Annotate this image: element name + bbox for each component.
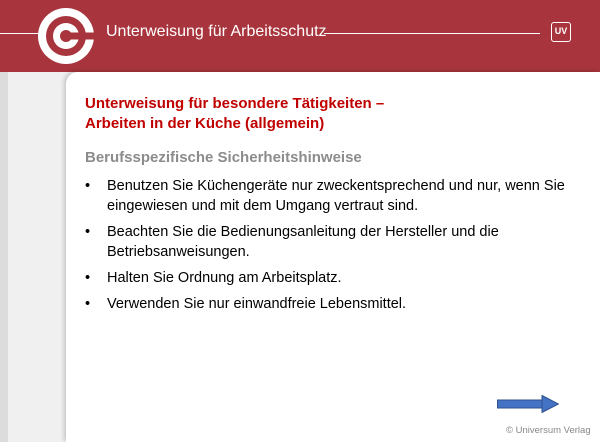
- slide-heading: Unterweisung für besondere Tätigkeiten –…: [85, 94, 505, 134]
- list-item: • Beachten Sie die Bedienungsanleitung d…: [85, 222, 590, 262]
- left-margin: [0, 72, 60, 442]
- slide-heading-line-1: Unterweisung für besondere Tätigkeiten –: [85, 95, 385, 112]
- bullet-list: • Benutzen Sie Küchengeräte nur zweckent…: [85, 176, 590, 320]
- bullet-icon: •: [85, 296, 91, 312]
- list-item-text: Beachten Sie die Bedienungsanleitung der…: [107, 224, 499, 260]
- slide-subheading: Berufsspezifische Sicherheitshinweise: [85, 149, 362, 166]
- list-item: • Halten Sie Ordnung am Arbeitsplatz.: [85, 268, 590, 288]
- next-arrow-icon[interactable]: [497, 395, 559, 413]
- header-title: Unterweisung für Arbeitsschutz: [106, 23, 327, 40]
- logo-icon: [38, 8, 96, 64]
- bullet-icon: •: [85, 270, 91, 286]
- bullet-icon: •: [85, 178, 91, 194]
- list-item: • Benutzen Sie Küchengeräte nur zweckent…: [85, 176, 590, 216]
- header-bar: Unterweisung für Arbeitsschutz UV: [0, 0, 600, 72]
- list-item: • Verwenden Sie nur einwandfreie Lebensm…: [85, 294, 590, 314]
- header-divider-right: [324, 33, 540, 34]
- list-item-text: Benutzen Sie Küchengeräte nur zweckentsp…: [107, 178, 565, 214]
- list-item-text: Verwenden Sie nur einwandfreie Lebensmit…: [107, 296, 407, 312]
- copyright-text: © Universum Verlag: [506, 425, 591, 436]
- list-item-text: Halten Sie Ordnung am Arbeitsplatz.: [107, 270, 342, 286]
- slide-heading-line-2: Arbeiten in der Küche (allgemein): [85, 115, 325, 132]
- uv-logo-badge: UV: [551, 22, 571, 42]
- bullet-icon: •: [85, 224, 91, 240]
- left-edge-shadow: [0, 72, 8, 442]
